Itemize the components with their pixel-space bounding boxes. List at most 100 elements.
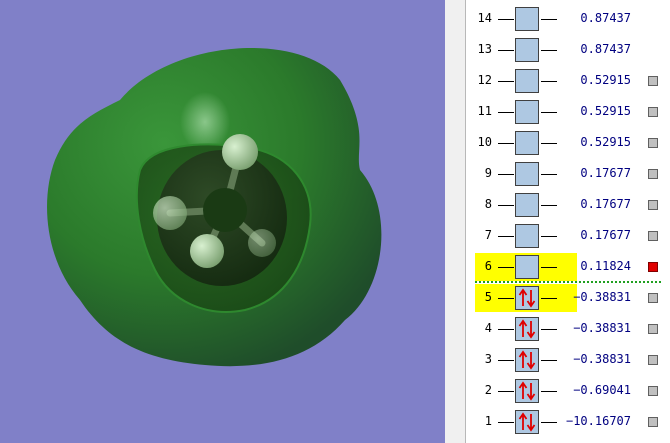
hydrogen-atom-bottom (190, 234, 224, 268)
empty-orbital-box[interactable] (515, 100, 539, 124)
orbital-energy: −0.69041 (573, 383, 631, 397)
empty-orbital-box[interactable] (515, 255, 539, 279)
energy-level-line (498, 391, 514, 392)
energy-level-line (541, 391, 557, 392)
orbital-row[interactable]: 11 0.52915 (466, 97, 670, 128)
orbital-energy: 0.17677 (580, 228, 631, 242)
orbital-row[interactable]: 13 0.87437 (466, 35, 670, 66)
electron-pair-icon (516, 287, 538, 309)
orbital-visibility-checkbox[interactable] (648, 169, 658, 179)
orbital-number: 2 (484, 383, 492, 397)
electron-pair-icon (516, 411, 538, 433)
energy-level-line (541, 236, 557, 237)
energy-level-line (498, 236, 514, 237)
hydrogen-atom-top (222, 134, 258, 170)
orbital-row[interactable]: 12 0.52915 (466, 66, 670, 97)
orbital-row[interactable]: 1 −10.16707 (466, 407, 670, 438)
orbital-energy: 0.17677 (580, 197, 631, 211)
orbital-visibility-checkbox[interactable] (648, 324, 658, 334)
orbital-energy: 0.52915 (580, 104, 631, 118)
energy-level-line (498, 50, 514, 51)
energy-level-line (498, 112, 514, 113)
orbital-number: 4 (484, 321, 492, 335)
hydrogen-atom-left (153, 196, 187, 230)
orbital-row[interactable]: 4 −0.38831 (466, 314, 670, 345)
empty-orbital-box[interactable] (515, 38, 539, 62)
empty-orbital-box[interactable] (515, 193, 539, 217)
occupied-orbital-box[interactable] (515, 348, 539, 372)
isosurface-highlight (180, 92, 230, 152)
electron-pair-icon (516, 318, 538, 340)
orbital-row[interactable]: 8 0.17677 (466, 190, 670, 221)
orbital-number: 9 (484, 166, 492, 180)
energy-level-line (498, 298, 514, 299)
orbital-row[interactable]: 10 0.52915 (466, 128, 670, 159)
orbital-number: 8 (484, 197, 492, 211)
carbon-atom (203, 188, 247, 232)
energy-level-line (498, 422, 514, 423)
energy-level-line (498, 267, 514, 268)
orbital-energy: 0.87437 (580, 42, 631, 56)
energy-level-line (498, 329, 514, 330)
orbital-number: 1 (484, 414, 492, 428)
orbital-visibility-checkbox[interactable] (648, 293, 658, 303)
energy-level-line (541, 267, 557, 268)
orbital-number: 10 (477, 135, 492, 149)
occupied-orbital-box[interactable] (515, 317, 539, 341)
energy-level-line (498, 143, 514, 144)
orbital-number: 12 (477, 73, 492, 87)
orbital-energy: 0.17677 (580, 166, 631, 180)
energy-level-line (541, 329, 557, 330)
orbital-visibility-checkbox[interactable] (648, 262, 658, 272)
energy-level-line (541, 205, 557, 206)
orbital-energy: −0.38831 (573, 352, 631, 366)
orbital-visibility-checkbox[interactable] (648, 355, 658, 365)
energy-level-line (541, 422, 557, 423)
orbital-visibility-checkbox[interactable] (648, 386, 658, 396)
orbital-number: 13 (477, 42, 492, 56)
orbital-row[interactable]: 9 0.17677 (466, 159, 670, 190)
empty-orbital-box[interactable] (515, 7, 539, 31)
energy-level-line (541, 81, 557, 82)
orbital-visibility-checkbox[interactable] (648, 200, 658, 210)
orbital-energy-panel[interactable]: 14 0.87437 13 0.87437 12 0.52915 11 0.52915 10 0.… (466, 0, 670, 443)
orbital-number: 7 (484, 228, 492, 242)
orbital-energy: −0.38831 (573, 290, 631, 304)
orbital-number: 3 (484, 352, 492, 366)
orbital-energy: 0.52915 (580, 135, 631, 149)
empty-orbital-box[interactable] (515, 224, 539, 248)
orbital-visibility-checkbox[interactable] (648, 138, 658, 148)
orbital-row[interactable]: 3 −0.38831 (466, 345, 670, 376)
occupied-orbital-box[interactable] (515, 410, 539, 434)
panel-divider (445, 0, 465, 443)
empty-orbital-box[interactable] (515, 69, 539, 93)
empty-orbital-box[interactable] (515, 162, 539, 186)
electron-pair-icon (516, 380, 538, 402)
orbital-row[interactable]: 2 −0.69041 (466, 376, 670, 407)
occupied-orbital-box[interactable] (515, 379, 539, 403)
empty-orbital-box[interactable] (515, 131, 539, 155)
orbital-row[interactable]: 5 −0.38831 (466, 283, 670, 314)
orbital-visibility-checkbox[interactable] (648, 417, 658, 427)
orbital-row[interactable]: 7 0.17677 (466, 221, 670, 252)
orbital-visibility-checkbox[interactable] (648, 107, 658, 117)
orbital-number: 5 (484, 290, 492, 304)
energy-level-line (541, 143, 557, 144)
orbital-energy: −0.38831 (573, 321, 631, 335)
occupied-orbital-box[interactable] (515, 286, 539, 310)
hydrogen-atom-back (248, 229, 276, 257)
energy-level-line (541, 360, 557, 361)
energy-level-line (541, 50, 557, 51)
orbital-row[interactable]: 6 0.11824 (466, 252, 670, 283)
orbital-energy: 0.52915 (580, 73, 631, 87)
orbital-energy: 0.11824 (580, 259, 631, 273)
homo-lumo-gap-line (475, 281, 661, 283)
orbital-visibility-checkbox[interactable] (648, 231, 658, 241)
energy-level-line (541, 19, 557, 20)
orbital-visibility-checkbox[interactable] (648, 76, 658, 86)
energy-level-line (541, 174, 557, 175)
energy-level-line (498, 81, 514, 82)
molecule-3d-viewport[interactable] (0, 0, 445, 443)
orbital-row[interactable]: 14 0.87437 (466, 4, 670, 35)
electron-pair-icon (516, 349, 538, 371)
